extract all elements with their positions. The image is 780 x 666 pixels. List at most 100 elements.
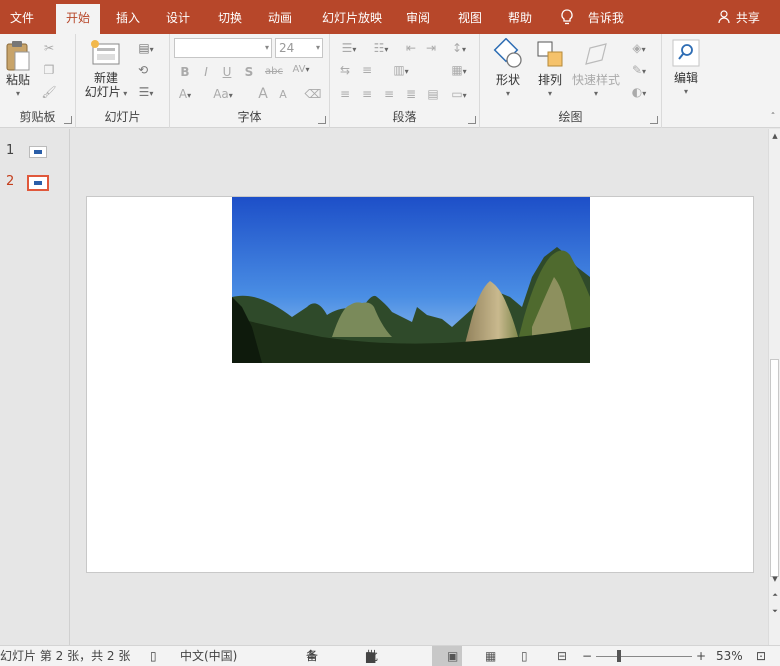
- comments-label: 批注: [366, 649, 379, 663]
- slides-group-label: 幻灯片: [104, 110, 141, 124]
- font-name-combo[interactable]: ▾: [174, 38, 272, 58]
- fit-to-window-icon[interactable]: ⊡: [756, 646, 766, 666]
- decrease-indent-icon[interactable]: ⇤: [402, 40, 420, 56]
- tab-review[interactable]: 审阅: [396, 0, 440, 34]
- tab-animations[interactable]: 动画: [258, 0, 302, 34]
- bold-button[interactable]: B: [176, 64, 194, 80]
- shapes-label: 形状: [495, 73, 520, 87]
- previous-slide-icon[interactable]: ⏶: [770, 591, 780, 600]
- scrollbar-thumb[interactable]: [770, 359, 779, 577]
- section-icon[interactable]: ☰▾: [134, 84, 158, 100]
- slide-sorter-icon: ▦: [485, 649, 497, 663]
- normal-view-button[interactable]: ▣: [432, 646, 462, 666]
- tab-design[interactable]: 设计: [156, 0, 200, 34]
- clear-format-icon[interactable]: ⌫: [304, 86, 322, 102]
- char-spacing-label: AV: [292, 64, 306, 75]
- align-right-icon[interactable]: ≡: [380, 86, 398, 102]
- smartart-icon[interactable]: ▦▾: [446, 62, 472, 78]
- slide-thumbnail-1[interactable]: [29, 146, 47, 158]
- tell-me-box[interactable]: 告诉我: [560, 0, 624, 34]
- current-slide[interactable]: [86, 196, 754, 573]
- share-button[interactable]: 共享: [718, 0, 760, 34]
- clipboard-launcher-icon[interactable]: [64, 116, 72, 124]
- increase-indent-icon[interactable]: ⇥: [422, 40, 440, 56]
- editing-group: 编辑 ▾: [662, 34, 710, 128]
- zoom-in-button[interactable]: +: [696, 646, 706, 666]
- cut-icon[interactable]: ✂: [40, 40, 58, 56]
- paste-dropdown-icon: ▾: [15, 89, 20, 98]
- justify-icon[interactable]: ≣: [402, 86, 420, 102]
- paste-button[interactable]: 粘贴 ▾: [2, 40, 34, 101]
- shape-effects-icon[interactable]: ◐▾: [626, 84, 652, 100]
- tab-insert[interactable]: 插入: [106, 0, 150, 34]
- scroll-down-icon[interactable]: ▼: [770, 575, 780, 583]
- quick-styles-button[interactable]: 快速样式 ▾: [570, 38, 622, 101]
- drawing-group-label: 绘图: [558, 110, 583, 124]
- slide-thumbnail-2[interactable]: [27, 175, 49, 191]
- shadow-button[interactable]: S: [240, 64, 258, 80]
- shape-fill-icon[interactable]: ◈▾: [626, 40, 652, 56]
- char-spacing-button[interactable]: AV▾: [288, 62, 314, 78]
- new-slide-icon: [91, 40, 120, 65]
- font-color-button[interactable]: A▾: [176, 86, 194, 102]
- editing-button[interactable]: 编辑 ▾: [666, 38, 706, 99]
- text-direction-icon[interactable]: ⇆: [336, 62, 354, 78]
- arrange-icon: [537, 41, 563, 67]
- scroll-up-icon[interactable]: ▲: [770, 132, 780, 140]
- tab-file[interactable]: 文件: [0, 0, 44, 34]
- proofing-icon[interactable]: ▯: [150, 646, 157, 666]
- collapse-ribbon-icon[interactable]: ˆ: [764, 110, 780, 126]
- line-spacing-icon[interactable]: ↕▾: [446, 40, 472, 56]
- slide-editing-area[interactable]: [71, 129, 768, 645]
- format-painter-icon[interactable]: 🖌: [40, 84, 58, 100]
- text-box-icon[interactable]: ▭▾: [446, 86, 472, 102]
- bullets-icon[interactable]: ☰▾: [336, 40, 362, 56]
- grow-font-button[interactable]: A: [254, 86, 272, 102]
- paragraph-group-label: 段落: [392, 110, 417, 124]
- tab-home[interactable]: 开始: [56, 4, 100, 34]
- editing-label: 编辑: [673, 71, 698, 85]
- strikethrough-button[interactable]: abc: [262, 64, 286, 80]
- language-status[interactable]: 中文(中国): [180, 646, 237, 666]
- numbering-icon[interactable]: ☷▾: [368, 40, 394, 56]
- columns-icon[interactable]: ▥▾: [388, 62, 414, 78]
- align-center-icon[interactable]: ≡: [358, 86, 376, 102]
- new-slide-button[interactable]: 新建 幻灯片 ▾: [80, 38, 132, 101]
- align-text-icon[interactable]: ≡: [358, 62, 376, 78]
- arrange-button[interactable]: 排列 ▾: [530, 38, 570, 101]
- change-case-button[interactable]: Aa▾: [208, 86, 238, 102]
- zoom-out-button[interactable]: −: [582, 646, 592, 666]
- slide-sorter-button[interactable]: ▦: [470, 646, 500, 666]
- landscape-picture[interactable]: [232, 197, 590, 363]
- slideshow-button[interactable]: ⊟: [542, 646, 572, 666]
- tab-slideshow[interactable]: 幻灯片放映: [312, 0, 392, 34]
- drawing-launcher-icon[interactable]: [650, 116, 658, 124]
- copy-icon[interactable]: ❐: [40, 62, 58, 78]
- reset-icon[interactable]: ⟲: [134, 62, 152, 78]
- distributed-icon[interactable]: ▤: [424, 86, 442, 102]
- align-left-icon[interactable]: ≡: [336, 86, 354, 102]
- zoom-level[interactable]: 53%: [716, 646, 743, 666]
- tab-view[interactable]: 视图: [448, 0, 492, 34]
- vertical-scrollbar[interactable]: ▲ ▼ ⏶ ⏷: [768, 129, 780, 645]
- next-slide-icon[interactable]: ⏷: [770, 607, 780, 616]
- tab-transitions[interactable]: 切换: [208, 0, 252, 34]
- drawing-group: 形状 ▾ 排列 ▾ 快速样式 ▾ ◈▾ ✎▾ ◐▾ 绘图: [480, 34, 662, 128]
- font-size-dropdown-icon: ▾: [315, 43, 320, 52]
- zoom-slider-knob[interactable]: [617, 650, 621, 662]
- underline-button[interactable]: U: [218, 64, 236, 80]
- tab-help[interactable]: 帮助: [498, 0, 542, 34]
- shape-outline-icon[interactable]: ✎▾: [626, 62, 652, 78]
- reading-view-button[interactable]: ▯: [506, 646, 536, 666]
- layout-icon[interactable]: ▤▾: [134, 40, 158, 56]
- new-slide-label-1: 新建: [93, 71, 118, 85]
- new-slide-label-2: 幻灯片: [84, 85, 121, 99]
- shrink-font-button[interactable]: A: [274, 87, 292, 103]
- quick-styles-label: 快速样式: [571, 73, 620, 87]
- font-size-combo[interactable]: 24 ▾: [275, 38, 323, 58]
- zoom-slider[interactable]: [596, 656, 692, 657]
- paragraph-launcher-icon[interactable]: [468, 116, 476, 124]
- shapes-button[interactable]: 形状 ▾: [488, 37, 528, 101]
- italic-button[interactable]: I: [197, 64, 215, 80]
- font-launcher-icon[interactable]: [318, 116, 326, 124]
